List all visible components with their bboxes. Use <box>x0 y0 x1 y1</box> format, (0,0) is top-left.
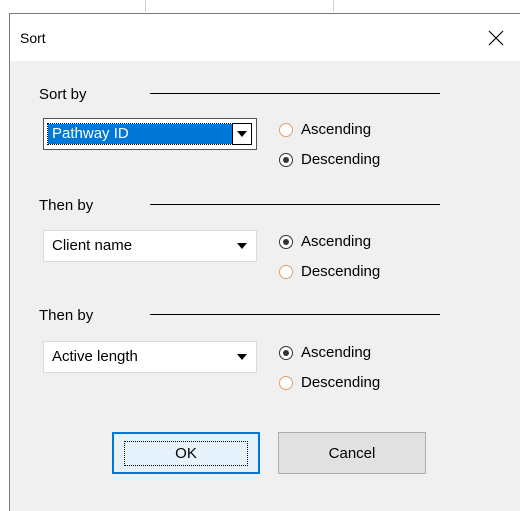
radio-circle <box>279 234 293 249</box>
then-by-2-selected-value: Active length <box>52 348 138 365</box>
chevron-down-icon <box>237 354 247 360</box>
title-bar: Sort <box>10 14 520 61</box>
background-divider <box>333 0 334 12</box>
then-by-1-label: Then by <box>39 197 94 214</box>
then-by-2-ascending-radio[interactable]: Ascending <box>279 344 371 361</box>
then-by-1-descending-label: Descending <box>301 263 381 280</box>
then-by-2-descending-radio[interactable]: Descending <box>279 374 380 391</box>
ok-button-label: OK <box>124 440 248 466</box>
radio-circle <box>279 152 293 167</box>
then-by-2-select[interactable]: Active length <box>43 341 257 373</box>
sort-by-label: Sort by <box>39 86 87 103</box>
radio-dot <box>283 156 289 163</box>
chevron-down-icon <box>237 243 247 249</box>
sort-by-descending-label: Descending <box>301 151 381 168</box>
then-by-1-descending-radio[interactable]: Descending <box>279 263 380 280</box>
radio-circle <box>279 264 293 279</box>
sort-by-divider <box>150 93 440 94</box>
then-by-2-descending-label: Descending <box>301 374 381 391</box>
dialog-title: Sort <box>20 30 46 46</box>
radio-dot <box>283 349 289 356</box>
sort-by-selected-value: Pathway ID <box>47 123 233 145</box>
cancel-button[interactable]: Cancel <box>278 432 426 474</box>
sort-by-ascending-label: Ascending <box>301 121 372 138</box>
ok-button[interactable]: OK <box>112 432 260 474</box>
radio-circle <box>279 122 293 137</box>
then-by-2-ascending-label: Ascending <box>301 344 372 361</box>
then-by-2-divider <box>150 314 440 315</box>
radio-dot <box>283 238 289 245</box>
chevron-down-icon <box>237 131 247 137</box>
background-window-strip <box>0 0 520 12</box>
then-by-1-selected-value: Client name <box>52 237 133 254</box>
then-by-1-ascending-label: Ascending <box>301 233 372 250</box>
sort-by-ascending-radio[interactable]: Ascending <box>279 121 371 138</box>
radio-circle <box>279 345 293 360</box>
sort-by-select[interactable]: Pathway ID <box>43 118 257 150</box>
close-icon <box>488 30 504 45</box>
sort-dialog: Sort Sort by Pathway ID Ascending Descen… <box>9 13 520 511</box>
then-by-1-ascending-radio[interactable]: Ascending <box>279 233 371 250</box>
then-by-1-dropdown-button[interactable] <box>232 235 252 257</box>
radio-circle <box>279 375 293 390</box>
then-by-1-divider <box>150 204 440 205</box>
background-divider <box>145 0 146 12</box>
sort-by-dropdown-button[interactable] <box>232 123 252 145</box>
close-button[interactable] <box>472 14 520 61</box>
sort-by-descending-radio[interactable]: Descending <box>279 151 380 168</box>
then-by-2-dropdown-button[interactable] <box>232 346 252 368</box>
then-by-2-label: Then by <box>39 307 94 324</box>
cancel-button-label: Cancel <box>328 444 376 462</box>
then-by-1-select[interactable]: Client name <box>43 230 257 262</box>
